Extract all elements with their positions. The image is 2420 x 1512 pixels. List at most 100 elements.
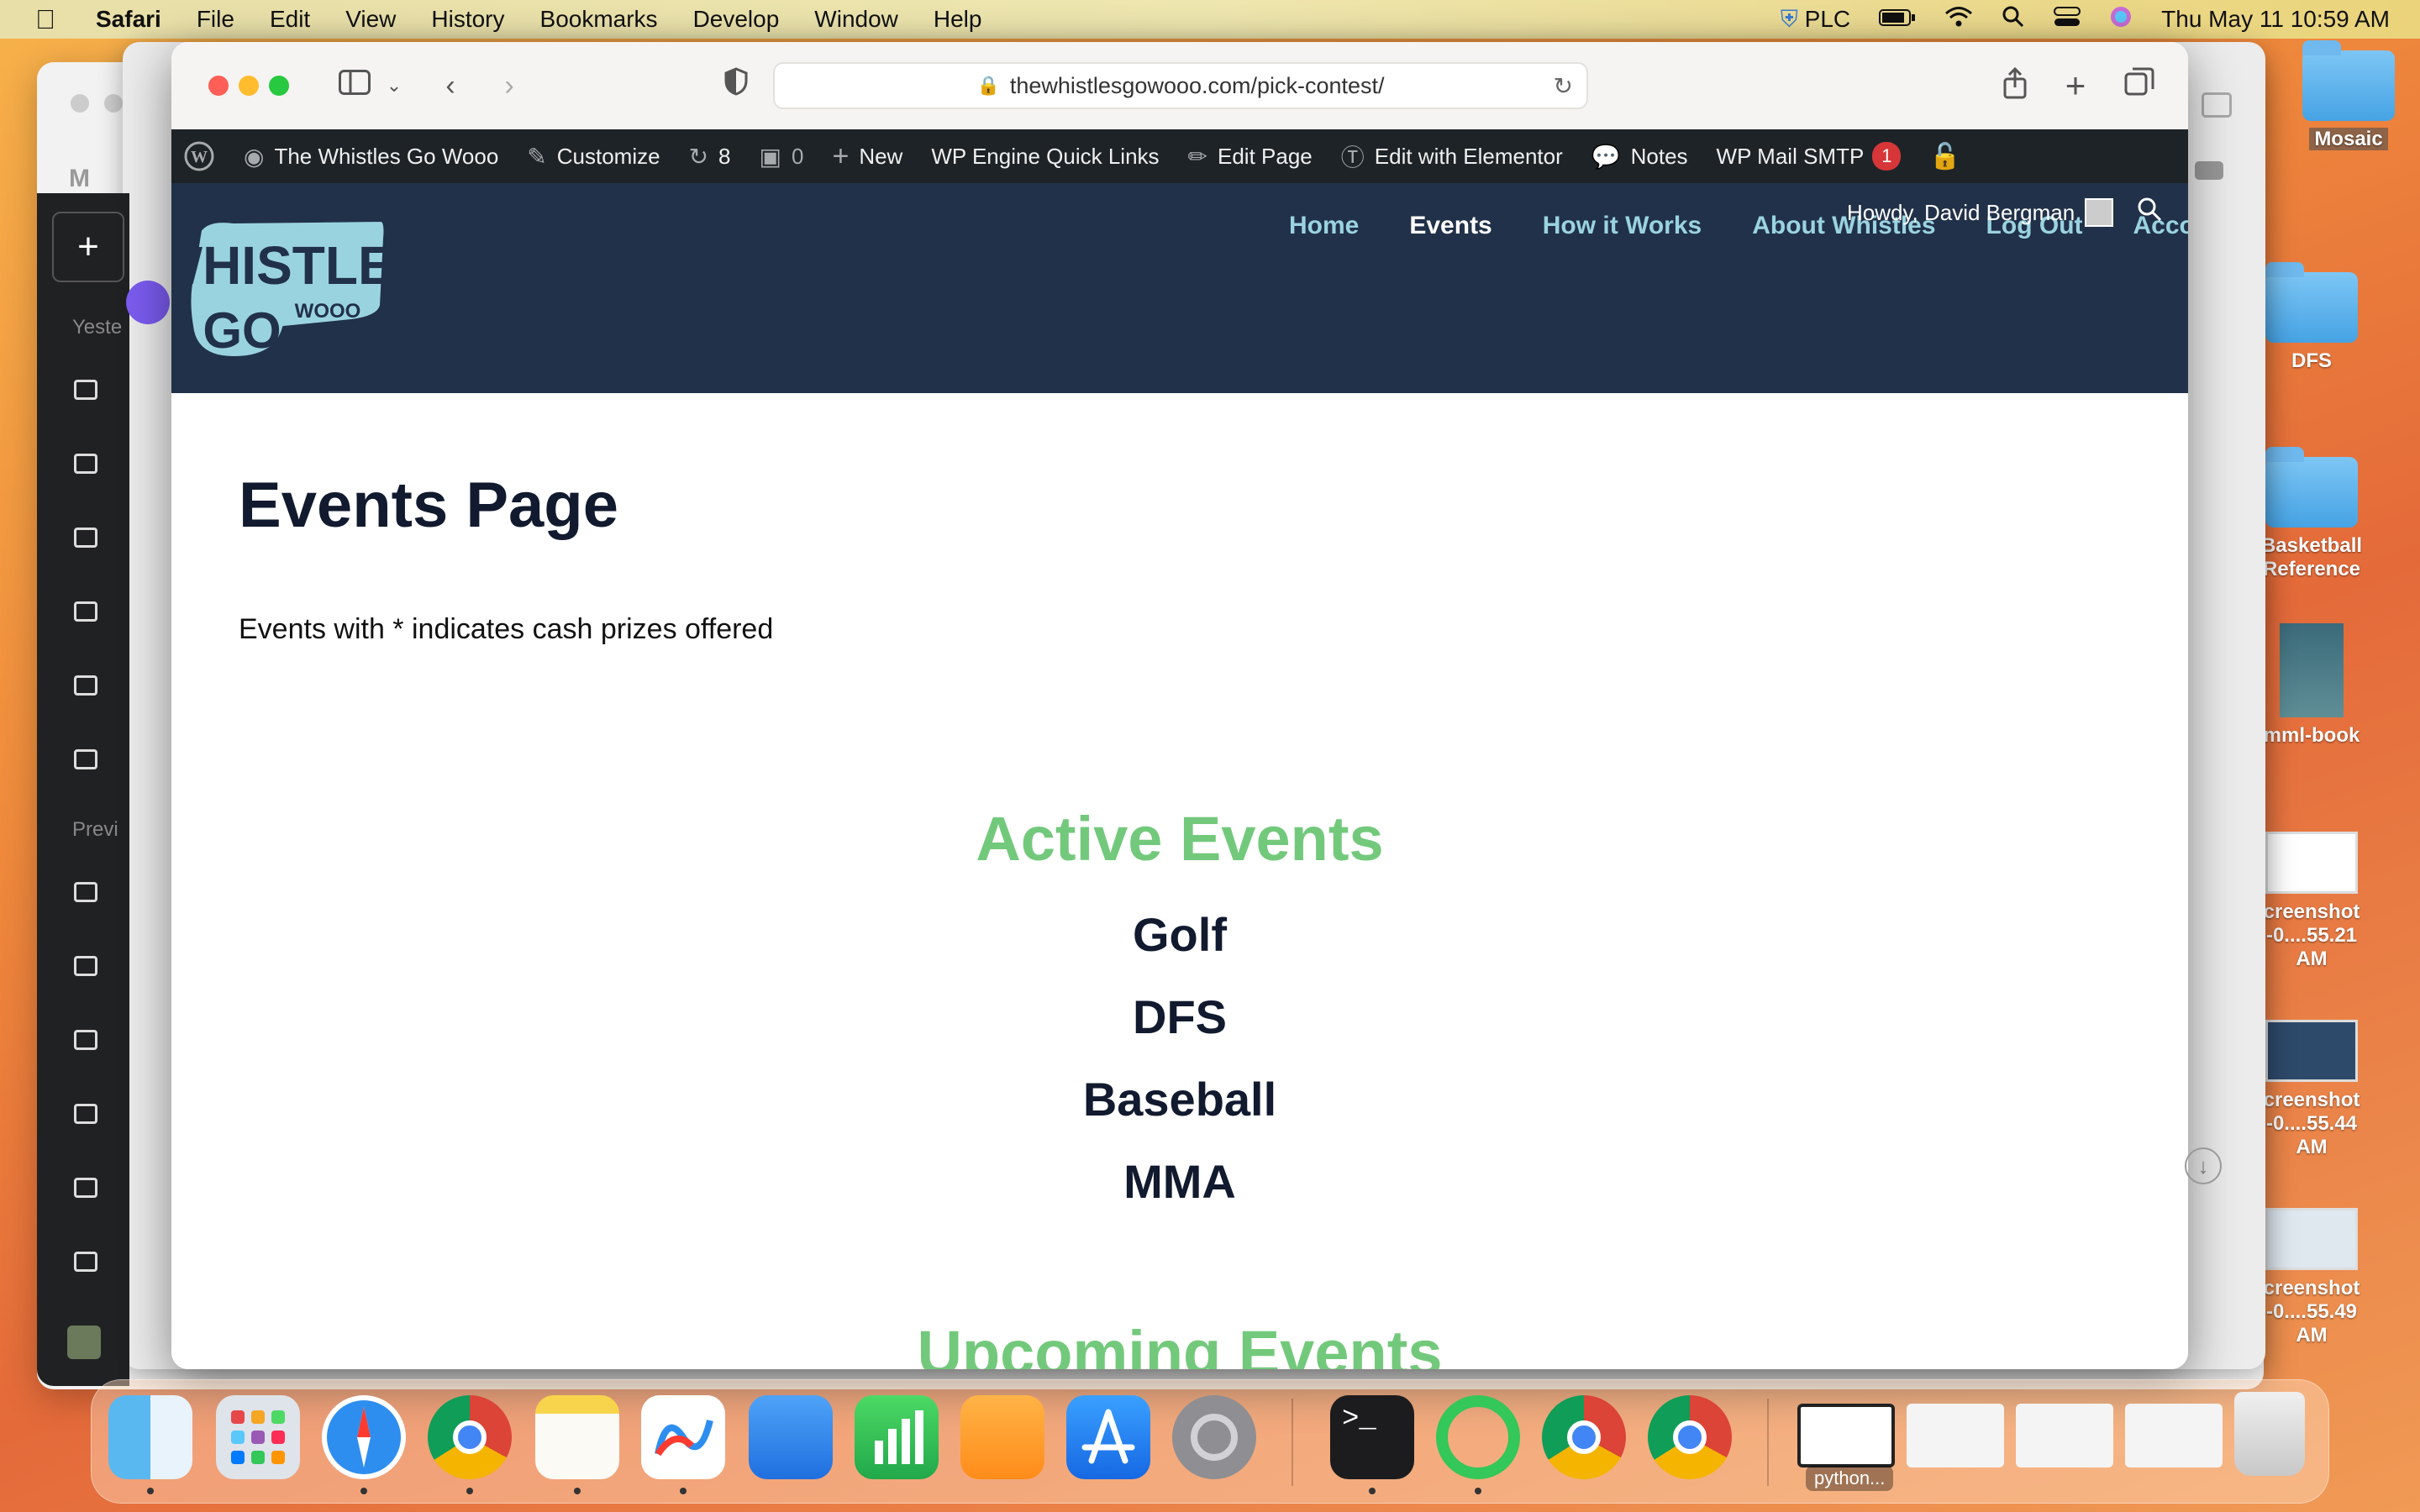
chat-bubble-icon[interactable] [74, 675, 97, 696]
wp-mail-smtp[interactable]: WP Mail SMTP 1 [1717, 142, 1902, 171]
dock-pages-icon[interactable] [960, 1395, 1044, 1479]
dock-chrome-icon[interactable] [428, 1395, 512, 1479]
menu-edit[interactable]: Edit [270, 6, 310, 33]
privacy-shield-icon[interactable] [719, 67, 753, 104]
chat-bubble-icon[interactable] [74, 601, 97, 622]
dock-terminal-icon[interactable]: >_ [1330, 1395, 1414, 1479]
desktop-screenshot-1[interactable]: creenshot -0....55.21 AM [2249, 832, 2375, 971]
dock-trash-icon[interactable] [2234, 1392, 2305, 1476]
menu-app-name[interactable]: Safari [96, 6, 161, 33]
share-icon[interactable] [1998, 66, 2032, 104]
chat-bubble-icon[interactable] [74, 454, 97, 474]
event-link-dfs[interactable]: DFS [171, 990, 2188, 1044]
desktop-folder-basketball-reference[interactable]: Basketball Reference [2249, 447, 2375, 581]
dock-minimized-window[interactable] [2125, 1404, 2223, 1467]
nav-how-it-works[interactable]: How it Works [1543, 212, 1702, 240]
menu-history[interactable]: History [431, 6, 504, 33]
menu-help[interactable]: Help [934, 6, 982, 33]
dock-freeform-icon[interactable] [641, 1395, 725, 1479]
chat-bubble-icon[interactable] [74, 528, 97, 548]
dock-activity-icon[interactable] [1436, 1395, 1520, 1479]
battery-icon[interactable] [1879, 6, 1916, 33]
desktop-screenshot-2[interactable]: creenshot -0....55.44 AM [2249, 1020, 2375, 1159]
event-link-mma[interactable]: MMA [171, 1154, 2188, 1209]
chat-bubble-icon[interactable] [74, 380, 97, 400]
dock-safari-icon[interactable] [322, 1395, 406, 1479]
chat-bubble-icon[interactable] [74, 1104, 97, 1124]
wp-edit-page[interactable]: ✏ Edit Page [1188, 143, 1313, 171]
desktop-screenshot-3[interactable]: creenshot -0....55.49 AM [2249, 1208, 2375, 1347]
menu-view[interactable]: View [345, 6, 396, 33]
wp-edit-elementor[interactable]: Ⓣ Edit with Elementor [1341, 139, 1563, 173]
desktop-folder-mosaic[interactable]: Mosaic [2286, 40, 2412, 151]
dock-chrome-icon[interactable] [1648, 1395, 1732, 1479]
nav-home[interactable]: Home [1289, 212, 1359, 240]
gmail-icon[interactable]: M [69, 165, 90, 193]
address-bar[interactable]: 🔒 thewhistlesgowooo.com/pick-contest/ ↻ [773, 62, 1588, 109]
nav-events[interactable]: Events [1409, 212, 1491, 240]
wp-site-name[interactable]: ◉ The Whistles Go Wooo [244, 143, 498, 171]
wp-howdy-user[interactable]: Howdy, David Bergman [1847, 197, 2162, 228]
window-minimize-button[interactable] [104, 94, 123, 113]
chat-bubble-icon[interactable] [74, 1178, 97, 1198]
control-center-icon[interactable] [2054, 6, 2081, 34]
menu-bookmarks[interactable]: Bookmarks [540, 6, 658, 33]
forward-arrow-icon[interactable]: › [492, 67, 526, 104]
chat-bubble-icon[interactable] [74, 956, 97, 976]
dock-system-settings-icon[interactable] [1172, 1395, 1256, 1479]
dock-chrome-icon[interactable] [1542, 1395, 1626, 1479]
chevron-down-icon[interactable]: ⌄ [381, 67, 407, 104]
siri-icon[interactable] [2109, 5, 2133, 34]
collapse-sidebar-button[interactable] [126, 281, 170, 324]
new-tab-icon[interactable]: + [2059, 67, 2092, 104]
user-avatar[interactable] [67, 1326, 101, 1359]
search-icon[interactable] [2137, 197, 2162, 228]
dock-minimized-window[interactable] [1907, 1404, 2004, 1467]
reload-icon[interactable]: ↻ [1554, 72, 1573, 100]
vpn-status[interactable]: ⛨ PLC [1781, 6, 1850, 34]
chat-bubble-icon[interactable] [74, 1252, 97, 1272]
new-chat-button[interactable]: + [52, 212, 124, 282]
apple-menu-icon[interactable]:  [29, 4, 62, 35]
chat-bubble-icon[interactable] [74, 749, 97, 769]
dock-minimized-window[interactable] [2016, 1404, 2113, 1467]
dock-finder-icon[interactable] [108, 1395, 192, 1479]
dock-app-store-icon[interactable] [1066, 1395, 1150, 1479]
menubar-datetime[interactable]: Thu May 11 10:59 AM [2161, 6, 2390, 33]
unlock-icon[interactable]: 🔓 [1929, 142, 1960, 171]
wifi-icon[interactable] [1944, 6, 1973, 34]
sidebar-toggle-icon[interactable] [336, 67, 373, 104]
dock-keynote-icon[interactable] [749, 1395, 833, 1479]
tab-overview-icon[interactable] [2202, 92, 2232, 118]
dock-numbers-icon[interactable] [855, 1395, 939, 1479]
window-close-button[interactable] [71, 94, 89, 113]
event-link-baseball[interactable]: Baseball [171, 1072, 2188, 1126]
chat-bubble-icon[interactable] [74, 1030, 97, 1050]
dock-notes-icon[interactable] [535, 1395, 619, 1479]
back-arrow-icon[interactable]: ‹ [434, 67, 467, 104]
event-link-golf[interactable]: Golf [171, 907, 2188, 962]
chat-bubble-icon[interactable] [74, 882, 97, 902]
window-minimize-button[interactable] [239, 76, 259, 96]
desktop-folder-dfs[interactable]: DFS [2249, 262, 2375, 373]
site-logo[interactable]: WHISTLES GO WOOO [171, 213, 429, 365]
scroll-down-arrow-icon[interactable]: ↓ [2185, 1147, 2222, 1184]
wp-customize[interactable]: ✎ Customize [527, 143, 660, 171]
spotlight-search-icon[interactable] [2002, 5, 2025, 34]
menu-window[interactable]: Window [814, 6, 898, 33]
menu-develop[interactable]: Develop [693, 6, 780, 33]
video-icon[interactable] [2195, 161, 2223, 180]
wordpress-logo-icon[interactable]: W [183, 140, 215, 172]
window-close-button[interactable] [208, 76, 229, 96]
desktop-file-mml-book[interactable]: mml-book [2249, 623, 2375, 748]
wp-updates[interactable]: ↻ 8 [689, 143, 731, 171]
wp-engine-quick-links[interactable]: WP Engine Quick Links [931, 144, 1159, 170]
menu-file[interactable]: File [197, 6, 234, 33]
tab-overview-icon[interactable] [2123, 67, 2156, 104]
wp-comments[interactable]: ▣ 0 [760, 143, 804, 171]
wp-notes[interactable]: 💬 Notes [1591, 143, 1688, 171]
dock-launchpad-icon[interactable] [216, 1395, 300, 1479]
wp-new[interactable]: + New [832, 140, 902, 173]
window-zoom-button[interactable] [269, 76, 289, 96]
dock-minimized-window-python[interactable] [1797, 1404, 1895, 1467]
